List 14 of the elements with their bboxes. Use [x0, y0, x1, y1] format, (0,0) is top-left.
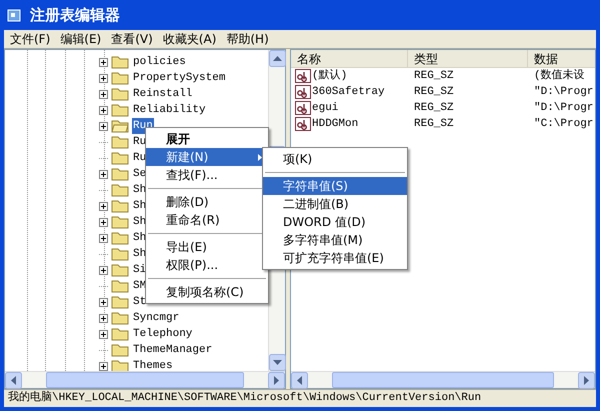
- table-cell-text: REG_SZ: [413, 100, 455, 116]
- table-cell-text: egui: [312, 100, 338, 116]
- table-cell-text: "D:\Progr: [533, 100, 594, 116]
- table-cell-text: "C:\Progr: [533, 116, 594, 132]
- table-cell-text: HDDGMon: [312, 116, 358, 132]
- table-cell-text: "D:\Progr: [533, 84, 594, 100]
- table-cell-text: REG_SZ: [413, 68, 455, 84]
- table-cell-text: (数值未设: [533, 68, 586, 84]
- window-title: 注册表编辑器: [30, 4, 120, 26]
- table-cell-text: (默认): [312, 68, 348, 84]
- status-bar-path: 我的电脑\HKEY_LOCAL_MACHINE\SOFTWARE\Microsoft\Windows\CurrentVersion\Run: [8, 390, 482, 406]
- table-cell-text: 360Safetray: [312, 84, 385, 100]
- table-cell-text: REG_SZ: [413, 84, 455, 100]
- table-cell-text: REG_SZ: [413, 116, 455, 132]
